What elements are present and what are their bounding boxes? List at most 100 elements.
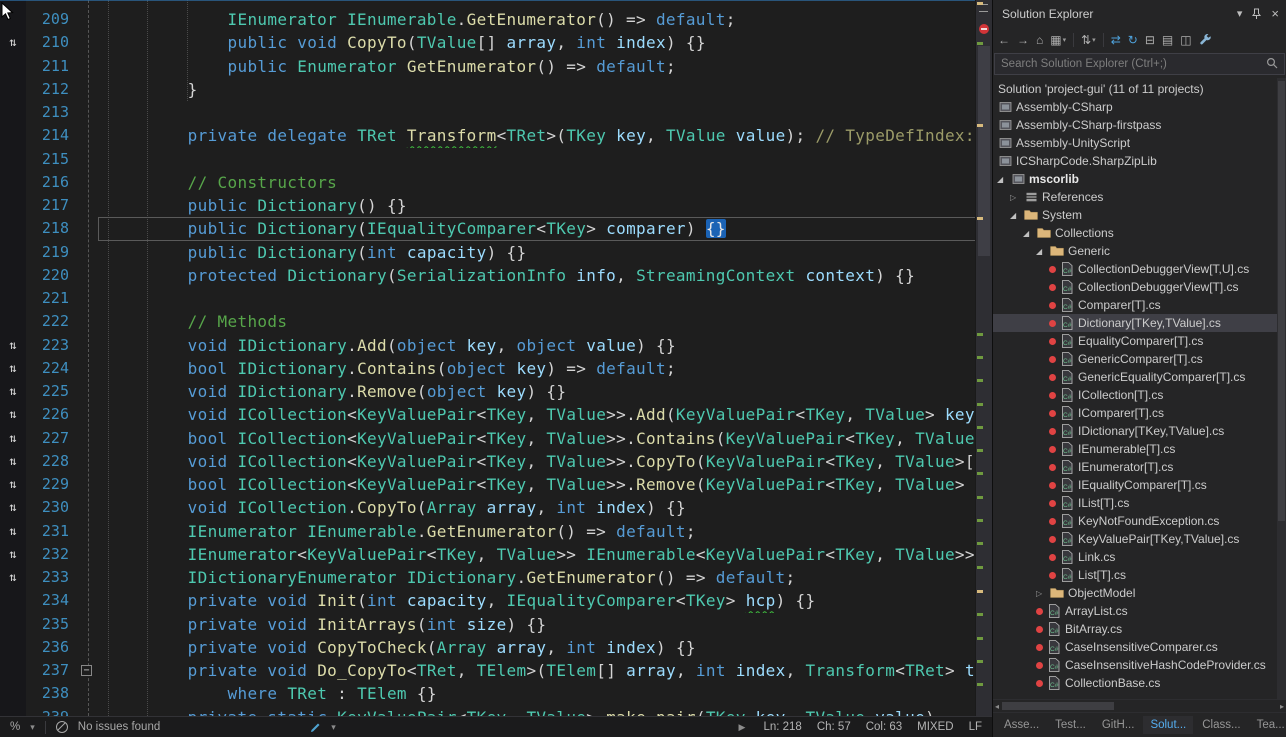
tree-hscroll-thumb[interactable]: [1002, 702, 1114, 710]
override-implement-icon[interactable]: ⇅: [0, 566, 26, 589]
tree-item[interactable]: C#EqualityComparer[T].cs: [993, 332, 1286, 350]
hscroll-left-icon[interactable]: ◂: [995, 702, 999, 711]
file-health-error-icon[interactable]: [979, 24, 989, 34]
tool-window-tab[interactable]: Test...: [1048, 716, 1093, 734]
tree-item[interactable]: C#IDictionary[TKey,TValue].cs: [993, 422, 1286, 440]
wrench-icon[interactable]: [1199, 33, 1212, 46]
override-implement-icon[interactable]: ⇅: [0, 543, 26, 566]
tree-item[interactable]: ◢mscorlib: [993, 170, 1286, 188]
glyph-margin-cell[interactable]: [0, 55, 26, 78]
tree-item[interactable]: C#BitArray.cs: [993, 620, 1286, 638]
tree-item[interactable]: Assembly-CSharp: [993, 98, 1286, 116]
tree-item[interactable]: ▷References: [993, 188, 1286, 206]
tree-item[interactable]: C#CollectionDebuggerView[T,U].cs: [993, 260, 1286, 278]
chevron-collapsed-icon[interactable]: ▷: [1036, 589, 1049, 598]
glyph-margin-cell[interactable]: [0, 194, 26, 217]
glyph-margin-cell[interactable]: [0, 241, 26, 264]
chevron-collapsed-icon[interactable]: ▷: [1010, 193, 1023, 202]
tool-window-tab[interactable]: GitH...: [1095, 716, 1142, 734]
tool-window-tab[interactable]: Tea...: [1250, 716, 1286, 734]
tree-item[interactable]: C#IEnumerator[T].cs: [993, 458, 1286, 476]
tool-window-tab[interactable]: Asse...: [997, 716, 1046, 734]
tree-item[interactable]: C#IList[T].cs: [993, 494, 1286, 512]
override-implement-icon[interactable]: ⇅: [0, 520, 26, 543]
panel-header[interactable]: Solution Explorer ▾ ×: [993, 0, 1286, 27]
chevron-expanded-icon[interactable]: ◢: [1010, 211, 1023, 220]
override-implement-icon[interactable]: ⇅: [0, 496, 26, 519]
override-implement-icon[interactable]: ⇅: [0, 357, 26, 380]
status-char[interactable]: Ch: 57: [817, 721, 851, 733]
tree-item[interactable]: Solution 'project-gui' (11 of 11 project…: [993, 80, 1286, 98]
status-line[interactable]: Ln: 218: [763, 721, 801, 733]
highlight-pen-icon[interactable]: [310, 722, 321, 733]
tree-item[interactable]: C#Link.cs: [993, 548, 1286, 566]
glyph-margin-cell[interactable]: [0, 636, 26, 659]
tree-item[interactable]: C#KeyValuePair[TKey,TValue].cs: [993, 530, 1286, 548]
tree-item[interactable]: C#IComparer[T].cs: [993, 404, 1286, 422]
glyph-margin-cell[interactable]: [0, 148, 26, 171]
glyph-margin-cell[interactable]: [0, 171, 26, 194]
sync-with-active-document-icon[interactable]: ⇄: [1111, 33, 1121, 47]
chevron-expanded-icon[interactable]: ◢: [1036, 247, 1049, 256]
refresh-icon[interactable]: ↻: [1128, 33, 1138, 47]
hscroll-right-icon[interactable]: ▸: [1280, 702, 1284, 711]
glyph-margin-cell[interactable]: [0, 706, 26, 717]
highlight-caret-icon[interactable]: ▾: [331, 722, 336, 733]
override-implement-icon[interactable]: ⇅: [0, 334, 26, 357]
tree-item[interactable]: ▷ObjectModel: [993, 584, 1286, 602]
tree-item[interactable]: ◢Collections: [993, 224, 1286, 242]
tool-window-tab[interactable]: Solut...: [1143, 716, 1193, 734]
tree-scrollbar-thumb[interactable]: [1278, 81, 1285, 521]
status-column[interactable]: Col: 63: [866, 721, 902, 733]
close-icon[interactable]: ×: [1271, 6, 1279, 21]
forward-icon[interactable]: →: [1017, 33, 1029, 47]
override-implement-icon[interactable]: ⇅: [0, 473, 26, 496]
show-all-files-icon[interactable]: ▤: [1162, 33, 1173, 47]
glyph-margin-cell[interactable]: [0, 264, 26, 287]
glyph-margin-cell[interactable]: [0, 310, 26, 333]
glyph-margin-cell[interactable]: [0, 287, 26, 310]
properties-icon[interactable]: ◫: [1180, 33, 1191, 47]
zoom-control[interactable]: %: [10, 721, 20, 733]
override-implement-icon[interactable]: ⇅: [0, 403, 26, 426]
override-implement-icon[interactable]: ⇅: [0, 380, 26, 403]
tree-item[interactable]: C#GenericEqualityComparer[T].cs: [993, 368, 1286, 386]
issues-status[interactable]: No issues found: [78, 721, 160, 733]
editor-vertical-scrollbar[interactable]: [975, 0, 992, 716]
tree-item[interactable]: C#List[T].cs: [993, 566, 1286, 584]
override-implement-icon[interactable]: ⇅: [0, 450, 26, 473]
status-line-ending[interactable]: LF: [969, 721, 982, 733]
chevron-expanded-icon[interactable]: ◢: [997, 175, 1010, 184]
glyph-margin-cell[interactable]: [0, 78, 26, 101]
back-icon[interactable]: ←: [998, 33, 1010, 47]
zoom-caret-icon[interactable]: ▾: [30, 722, 35, 733]
override-implement-icon[interactable]: ⇅: [0, 31, 26, 54]
tree-item[interactable]: C#ICollection[T].cs: [993, 386, 1286, 404]
scrollbar-thumb[interactable]: [978, 46, 990, 256]
tree-item[interactable]: C#CollectionDebuggerView[T].cs: [993, 278, 1286, 296]
code-editor[interactable]: 209IEnumerator IEnumerable.GetEnumerator…: [0, 0, 992, 716]
glyph-margin-cell[interactable]: [0, 613, 26, 636]
tree-item[interactable]: C#CollectionBase.cs: [993, 674, 1286, 692]
tree-item[interactable]: ◢System: [993, 206, 1286, 224]
tree-horizontal-scrollbar[interactable]: ◂ ▸: [993, 699, 1286, 712]
window-position-icon[interactable]: ▾: [1237, 7, 1243, 20]
status-indent-mode[interactable]: MIXED: [917, 721, 953, 733]
tree-item[interactable]: C#CaseInsensitiveComparer.cs: [993, 638, 1286, 656]
splitter-grip-icon[interactable]: [979, 4, 988, 12]
tree-item[interactable]: C#Comparer[T].cs: [993, 296, 1286, 314]
glyph-margin-cell[interactable]: [0, 101, 26, 124]
fold-collapse-icon[interactable]: −: [81, 665, 92, 676]
glyph-margin-cell[interactable]: [0, 589, 26, 612]
search-input[interactable]: [994, 53, 1285, 75]
tool-window-tab[interactable]: Class...: [1195, 716, 1247, 734]
tree-item[interactable]: Assembly-CSharp-firstpass: [993, 116, 1286, 134]
search-icon[interactable]: [1266, 57, 1278, 69]
override-implement-icon[interactable]: ⇅: [0, 427, 26, 450]
tree-item[interactable]: C#CaseInsensitiveHashCodeProvider.cs: [993, 656, 1286, 674]
switch-views-icon[interactable]: ▦▾: [1050, 33, 1066, 47]
glyph-margin-cell[interactable]: [0, 124, 26, 147]
tree-item[interactable]: C#Dictionary[TKey,TValue].cs: [993, 314, 1286, 332]
pin-icon[interactable]: [1251, 8, 1262, 20]
tree-item[interactable]: C#KeyNotFoundException.cs: [993, 512, 1286, 530]
